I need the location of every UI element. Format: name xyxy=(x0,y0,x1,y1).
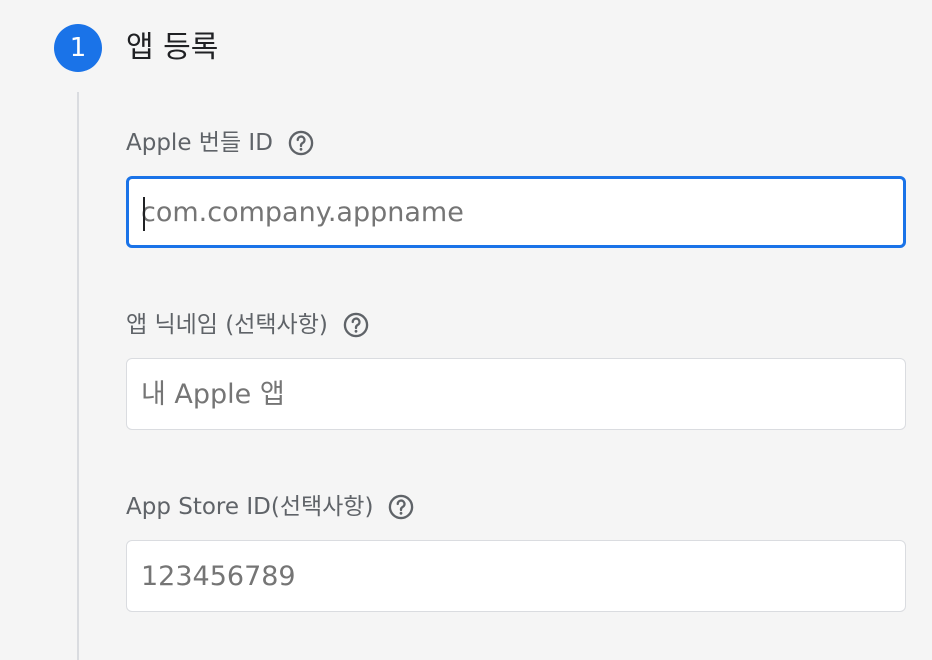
nickname-label: 앱 닉네임 (선택사항) xyxy=(126,310,370,340)
app-store-id-input[interactable] xyxy=(141,541,881,611)
step-connector-line xyxy=(77,92,79,660)
bundle-id-label-text: Apple 번들 ID xyxy=(126,130,273,156)
nickname-input[interactable] xyxy=(141,359,881,429)
nickname-field[interactable] xyxy=(126,358,906,430)
app-store-id-label: App Store ID(선택사항) xyxy=(126,492,415,522)
app-store-id-label-text: App Store ID(선택사항) xyxy=(126,494,374,520)
bundle-id-field[interactable] xyxy=(126,176,906,248)
nickname-label-text: 앱 닉네임 (선택사항) xyxy=(126,312,328,338)
app-store-id-field[interactable] xyxy=(126,540,906,612)
step-number-badge: 1 xyxy=(54,24,102,72)
register-app-step: 1 앱 등록 Apple 번들 ID 앱 닉네임 (선택사항) xyxy=(0,0,932,660)
bundle-id-input[interactable] xyxy=(141,179,881,245)
text-caret xyxy=(143,197,145,231)
help-icon[interactable] xyxy=(387,493,415,521)
step-title: 앱 등록 xyxy=(126,30,219,65)
help-icon[interactable] xyxy=(342,311,370,339)
help-icon[interactable] xyxy=(287,129,315,157)
bundle-id-label: Apple 번들 ID xyxy=(126,128,315,158)
